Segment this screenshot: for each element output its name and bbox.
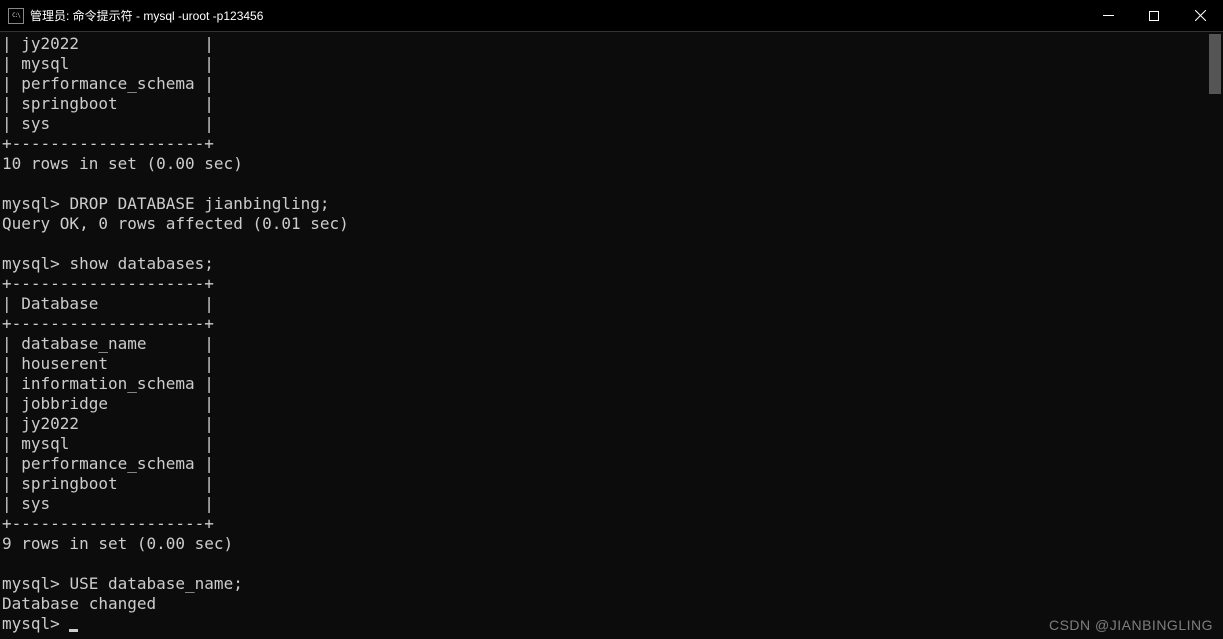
table-row: | jy2022 | [2, 414, 214, 433]
close-button[interactable] [1177, 0, 1223, 31]
table-row: | performance_schema | [2, 74, 214, 93]
table-border: +--------------------+ [2, 514, 214, 533]
table-border: +--------------------+ [2, 314, 214, 333]
scrollbar-thumb[interactable] [1209, 34, 1221, 94]
response-line: Query OK, 0 rows affected (0.01 sec) [2, 214, 349, 233]
prompt: mysql> [2, 614, 69, 633]
maximize-icon [1149, 11, 1159, 21]
table-row: | sys | [2, 494, 214, 513]
watermark: CSDN @JIANBINGLING [1049, 617, 1213, 633]
close-icon [1195, 10, 1206, 21]
maximize-button[interactable] [1131, 0, 1177, 31]
window-title: 管理员: 命令提示符 - mysql -uroot -p123456 [30, 7, 1085, 24]
table-row: | information_schema | [2, 374, 214, 393]
command: USE database_name; [69, 574, 242, 593]
table-row: | database_name | [2, 334, 214, 353]
minimize-button[interactable] [1085, 0, 1131, 31]
table-row: | springboot | [2, 94, 214, 113]
table-row: | mysql | [2, 54, 214, 73]
result-line: 9 rows in set (0.00 sec) [2, 534, 233, 553]
window-controls [1085, 0, 1223, 31]
command: DROP DATABASE jianbingling; [69, 194, 329, 213]
prompt: mysql> [2, 254, 69, 273]
window-titlebar: C:\ 管理员: 命令提示符 - mysql -uroot -p123456 [0, 0, 1223, 32]
prompt: mysql> [2, 194, 69, 213]
table-header: | Database | [2, 294, 214, 313]
table-row: | mysql | [2, 434, 214, 453]
terminal-icon: C:\ [8, 8, 24, 24]
table-row: | sys | [2, 114, 214, 133]
terminal-output[interactable]: | jy2022 | | mysql | | performance_schem… [0, 32, 1223, 639]
minimize-icon [1103, 15, 1114, 16]
response-line: Database changed [2, 594, 156, 613]
table-row: | springboot | [2, 474, 214, 493]
table-border: +--------------------+ [2, 134, 214, 153]
table-border: +--------------------+ [2, 274, 214, 293]
prompt: mysql> [2, 574, 69, 593]
table-row: | jobbridge | [2, 394, 214, 413]
table-row: | jy2022 | [2, 34, 214, 53]
result-line: 10 rows in set (0.00 sec) [2, 154, 243, 173]
table-row: | houserent | [2, 354, 214, 373]
command: show databases; [69, 254, 214, 273]
cursor [69, 629, 78, 632]
table-row: | performance_schema | [2, 454, 214, 473]
